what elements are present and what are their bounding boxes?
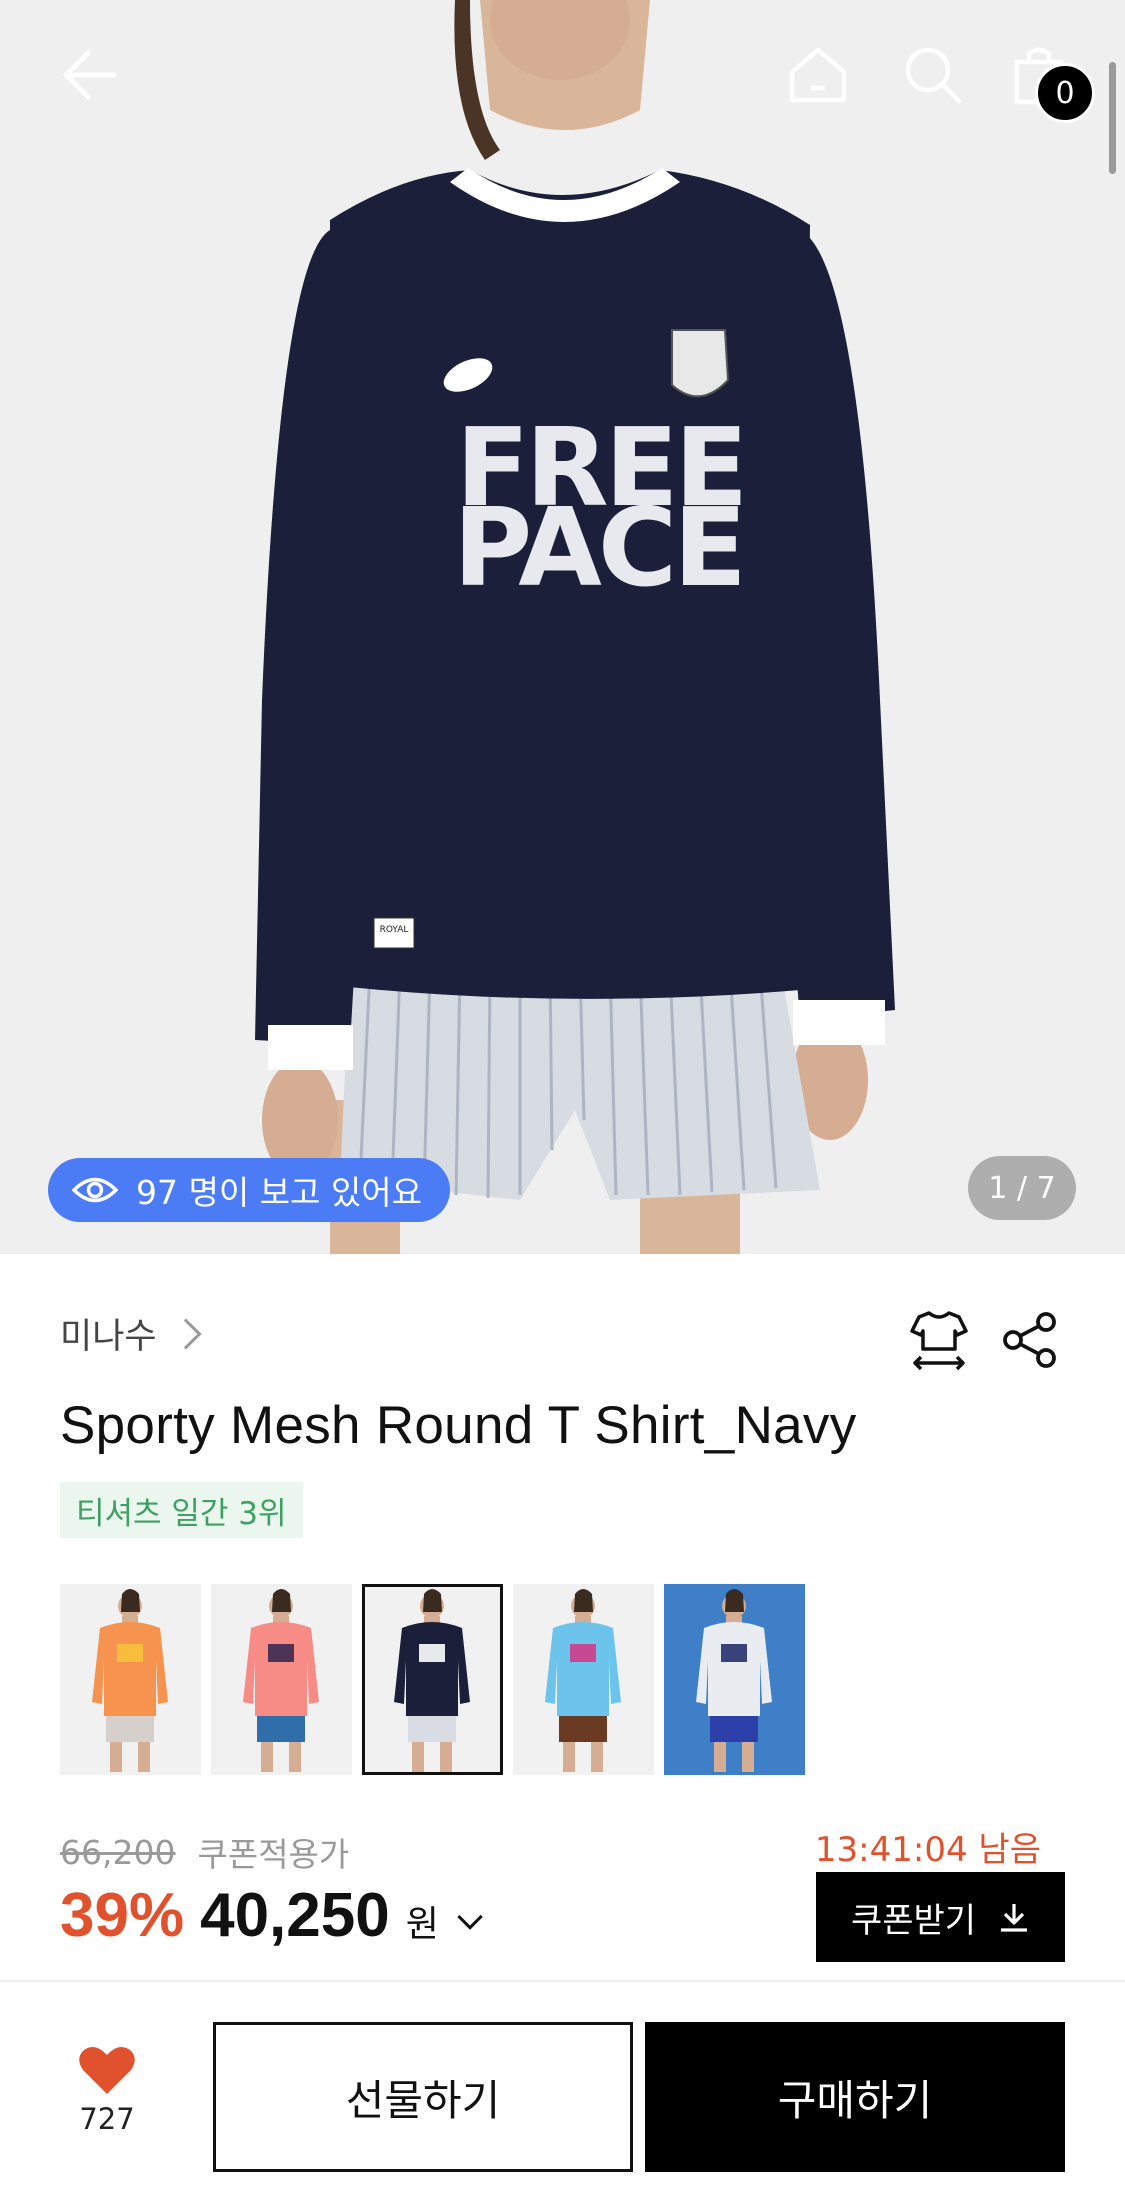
arrow-left-icon xyxy=(63,50,117,100)
color-option-navy[interactable] xyxy=(362,1584,503,1775)
price-row[interactable]: 39% 40,250 원 xyxy=(60,1880,483,1951)
chevron-down-icon xyxy=(457,1904,483,1930)
ranking-badge[interactable]: 티셔츠 일간 3위 xyxy=(60,1482,303,1538)
image-page-indicator: 1 / 7 xyxy=(968,1156,1076,1220)
original-price-row: 66,200 쿠폰적용가 xyxy=(60,1828,349,1876)
home-icon xyxy=(789,47,847,103)
color-option-list xyxy=(60,1584,805,1775)
color-option-orange[interactable] xyxy=(60,1584,201,1775)
section-divider xyxy=(0,1980,1125,1982)
live-viewers-text: 97 명이 보고 있어요 xyxy=(136,1173,422,1212)
color-option-image xyxy=(513,1584,654,1775)
buy-button[interactable]: 구매하기 xyxy=(645,2022,1065,2172)
coupon-price-label: 쿠폰적용가 xyxy=(197,1835,350,1874)
like-count: 727 xyxy=(79,2102,135,2136)
cart-count-badge: 0 xyxy=(1035,63,1095,123)
color-option-image xyxy=(664,1584,805,1775)
original-price: 66,200 xyxy=(60,1832,176,1872)
shirt-label-text: ROYAL xyxy=(380,925,409,935)
chevron-right-icon xyxy=(170,1317,202,1350)
share-button[interactable] xyxy=(994,1304,1066,1376)
heart-icon xyxy=(79,2046,135,2094)
top-navigation-bar: 0 xyxy=(0,0,1125,150)
brand-link[interactable]: 미나수 xyxy=(60,1308,202,1359)
product-title: Sporty Mesh Round T Shirt_Navy xyxy=(60,1396,857,1455)
gift-button[interactable]: 선물하기 xyxy=(213,2022,633,2172)
get-coupon-label: 쿠폰받기 xyxy=(850,1900,977,1941)
live-viewers-badge: 97 명이 보고 있어요 xyxy=(48,1158,450,1222)
size-guide-button[interactable] xyxy=(903,1304,975,1376)
scrollbar-thumb[interactable] xyxy=(1109,62,1116,174)
search-icon xyxy=(905,47,962,104)
like-button[interactable]: 727 xyxy=(60,2044,154,2136)
eye-icon xyxy=(72,1177,118,1203)
color-option-image xyxy=(211,1584,352,1775)
brand-name: 미나수 xyxy=(60,1317,157,1357)
sale-price: 40,250 xyxy=(200,1881,390,1950)
color-option-image xyxy=(60,1584,201,1775)
download-icon xyxy=(1001,1904,1028,1932)
product-photo: ROYAL FREE PACE xyxy=(0,0,1125,1254)
share-icon xyxy=(1003,1312,1056,1368)
color-option-image xyxy=(362,1584,503,1775)
discount-rate: 39% xyxy=(60,1881,185,1950)
get-coupon-button[interactable]: 쿠폰받기 xyxy=(816,1872,1065,1962)
search-button[interactable] xyxy=(888,30,978,120)
color-option-pink[interactable] xyxy=(211,1584,352,1775)
currency-label: 원 xyxy=(405,1904,439,1945)
product-image-gallery[interactable]: ROYAL FREE PACE 0 97 명이 보고 있어요 1 / 7 xyxy=(0,0,1125,1254)
home-button[interactable] xyxy=(773,30,863,120)
coupon-countdown-timer: 13:41:04 남음 xyxy=(814,1830,1041,1870)
size-guide-shirt-icon xyxy=(910,1311,968,1371)
color-option-sky-blue[interactable] xyxy=(513,1584,654,1775)
color-option-white[interactable] xyxy=(664,1584,805,1775)
back-button[interactable] xyxy=(45,30,135,120)
shirt-print-line2: PACE xyxy=(453,486,743,611)
